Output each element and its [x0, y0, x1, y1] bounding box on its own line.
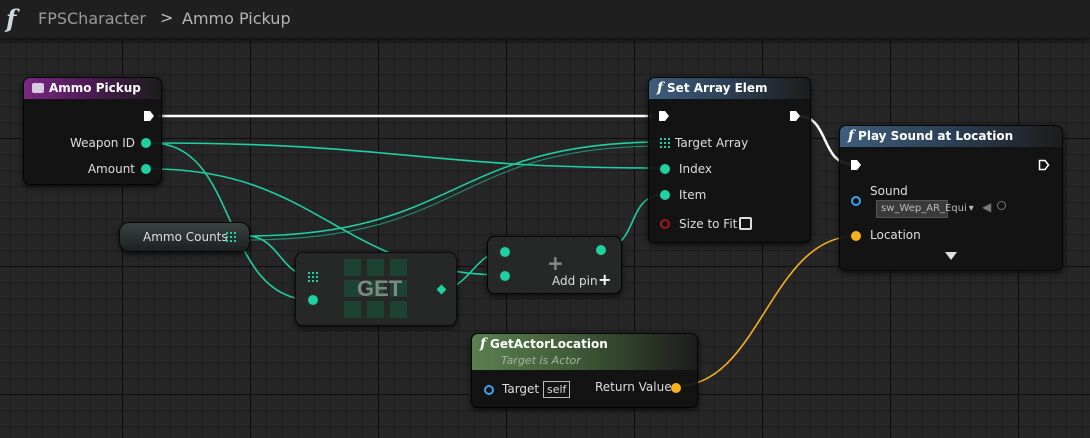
size-to-fit-checkbox[interactable] [739, 217, 752, 230]
pin-label-return-value: Return Value [595, 380, 672, 394]
pin-label-target: Target [502, 382, 540, 396]
function-icon: f [6, 4, 17, 33]
breadcrumb-bar: f FPSCharacter > Ammo Pickup [0, 0, 1090, 39]
size-to-fit-pin[interactable] [660, 219, 670, 229]
sound-pin[interactable] [851, 196, 861, 206]
get-array-input-pin[interactable] [308, 272, 318, 282]
variable-node-ammo-counts[interactable]: Ammo Counts [119, 222, 250, 252]
pin-label-weapon-id: Weapon ID [69, 136, 135, 150]
event-node-title: Ammo Pickup [49, 81, 141, 95]
add-node[interactable]: + Add pin + [487, 236, 622, 294]
pin-label-target-array: Target Array [675, 136, 749, 150]
add-pin-label[interactable]: Add pin [552, 274, 598, 288]
array-grid-icon[interactable] [226, 232, 236, 242]
set-array-elem-title: Set Array Elem [667, 81, 768, 95]
add-symbol: + [547, 251, 564, 275]
target-array-pin[interactable] [660, 138, 670, 148]
function-icon: f [480, 336, 487, 352]
sound-asset-value: sw_Wep_AR_Equi [881, 203, 967, 214]
breadcrumb-separator: > [160, 8, 174, 27]
exec-in-pin[interactable] [850, 159, 862, 171]
add-pin-plus-icon[interactable]: + [598, 270, 611, 289]
add-input-b-pin[interactable] [500, 271, 510, 281]
array-get-node[interactable]: GET [295, 252, 457, 326]
breadcrumb-function[interactable]: Ammo Pickup [182, 9, 291, 28]
set-array-elem-header: f Set Array Elem [649, 78, 810, 99]
item-pin[interactable] [660, 190, 670, 200]
target-pin[interactable] [484, 385, 494, 395]
exec-out-pin[interactable] [1038, 159, 1050, 171]
add-output-pin[interactable] [596, 245, 606, 255]
event-node-ammo-pickup[interactable]: Ammo Pickup Weapon ID Amount [23, 77, 162, 185]
pin-label-item: Item [679, 188, 707, 202]
breadcrumb-graph[interactable]: FPSCharacter [38, 9, 146, 28]
function-node-set-array-elem[interactable]: f Set Array Elem Target Array Index Item … [648, 77, 811, 243]
chevron-down-icon: ▾ [968, 203, 974, 214]
get-node-label: GET [357, 276, 403, 301]
event-icon [32, 83, 44, 93]
amount-pin[interactable] [141, 164, 151, 174]
target-default-self[interactable]: self [543, 381, 571, 398]
exec-in-pin[interactable] [658, 110, 670, 122]
exec-out-pin[interactable] [789, 110, 801, 122]
exec-out-pin[interactable] [143, 110, 155, 122]
play-sound-header: f Play Sound at Location [840, 126, 1062, 147]
pin-label-index: Index [679, 162, 713, 176]
index-pin[interactable] [660, 164, 670, 174]
return-value-pin[interactable] [671, 383, 681, 393]
weapon-id-pin[interactable] [141, 138, 151, 148]
pin-label-location: Location [870, 228, 921, 242]
function-icon: f [848, 128, 855, 144]
get-actor-location-title: GetActorLocation [490, 337, 608, 351]
pin-label-amount: Amount [87, 162, 135, 176]
pin-label-sound: Sound [870, 184, 908, 198]
add-input-a-pin[interactable] [500, 247, 510, 257]
use-selected-asset-icon[interactable]: ◀ [982, 200, 991, 214]
wire-ammocounts-to-target-array [245, 141, 664, 237]
location-pin[interactable] [851, 231, 861, 241]
function-node-play-sound-at-location[interactable]: f Play Sound at Location Sound sw_Wep_AR_… [839, 125, 1063, 271]
get-index-input-pin[interactable] [308, 295, 318, 305]
pin-label-size-to-fit: Size to Fit [679, 217, 738, 231]
pure-function-node-get-actor-location[interactable]: f GetActorLocation Target is Actor Target… [471, 333, 698, 408]
browse-asset-icon[interactable] [997, 201, 1006, 210]
function-icon: f [657, 80, 664, 96]
get-actor-location-subtitle: Target is Actor [501, 354, 581, 367]
variable-label: Ammo Counts [143, 230, 228, 244]
sound-asset-dropdown[interactable]: sw_Wep_AR_Equi ▾ [876, 200, 974, 218]
expand-advanced-icon[interactable] [945, 252, 957, 260]
event-node-header: Ammo Pickup [24, 78, 161, 99]
get-output-pin[interactable] [436, 284, 447, 295]
wire-location [676, 235, 857, 387]
play-sound-title: Play Sound at Location [858, 129, 1014, 143]
